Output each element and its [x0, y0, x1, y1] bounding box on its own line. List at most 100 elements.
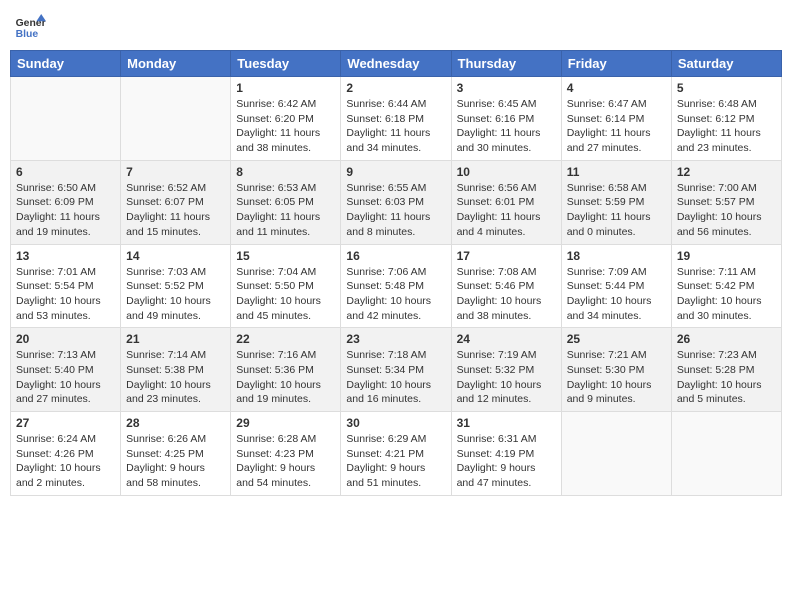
day-number: 23 [346, 332, 445, 346]
day-number: 2 [346, 81, 445, 95]
weekday-header-friday: Friday [561, 51, 671, 77]
day-info: Sunrise: 7:01 AM Sunset: 5:54 PM Dayligh… [16, 265, 115, 324]
day-number: 22 [236, 332, 335, 346]
day-info: Sunrise: 6:42 AM Sunset: 6:20 PM Dayligh… [236, 97, 335, 156]
day-info: Sunrise: 7:06 AM Sunset: 5:48 PM Dayligh… [346, 265, 445, 324]
weekday-header-row: SundayMondayTuesdayWednesdayThursdayFrid… [11, 51, 782, 77]
calendar-cell: 9 Sunrise: 6:55 AM Sunset: 6:03 PM Daylig… [341, 160, 451, 244]
day-number: 19 [677, 249, 776, 263]
day-info: Sunrise: 6:50 AM Sunset: 6:09 PM Dayligh… [16, 181, 115, 240]
calendar-cell: 8 Sunrise: 6:53 AM Sunset: 6:05 PM Daylig… [231, 160, 341, 244]
day-info: Sunrise: 6:48 AM Sunset: 6:12 PM Dayligh… [677, 97, 776, 156]
day-number: 10 [457, 165, 556, 179]
day-info: Sunrise: 7:21 AM Sunset: 5:30 PM Dayligh… [567, 348, 666, 407]
calendar-cell: 2Sunrise: 6:44 AM Sunset: 6:18 PM Daylig… [341, 77, 451, 161]
logo-icon: General Blue [14, 10, 46, 42]
day-number: 30 [346, 416, 445, 430]
day-number: 5 [677, 81, 776, 95]
day-number: 6 [16, 165, 115, 179]
weekday-header-saturday: Saturday [671, 51, 781, 77]
day-number: 8 [236, 165, 335, 179]
calendar-cell: 4 Sunrise: 6:47 AM Sunset: 6:14 PM Daylig… [561, 77, 671, 161]
day-info: Sunrise: 6:55 AM Sunset: 6:03 PM Dayligh… [346, 181, 445, 240]
calendar-cell: 17Sunrise: 7:08 AM Sunset: 5:46 PM Dayli… [451, 244, 561, 328]
calendar-cell: 21 Sunrise: 7:14 AM Sunset: 5:38 PM Dayli… [121, 328, 231, 412]
calendar-cell [671, 412, 781, 496]
calendar-cell: 14 Sunrise: 7:03 AM Sunset: 5:52 PM Dayli… [121, 244, 231, 328]
weekday-header-thursday: Thursday [451, 51, 561, 77]
day-number: 15 [236, 249, 335, 263]
calendar-cell: 23 Sunrise: 7:18 AM Sunset: 5:34 PM Dayli… [341, 328, 451, 412]
day-number: 26 [677, 332, 776, 346]
page-header: General Blue [10, 10, 782, 42]
weekday-header-sunday: Sunday [11, 51, 121, 77]
day-info: Sunrise: 7:08 AM Sunset: 5:46 PM Dayligh… [457, 265, 556, 324]
day-info: Sunrise: 6:56 AM Sunset: 6:01 PM Dayligh… [457, 181, 556, 240]
calendar-cell: 10 Sunrise: 6:56 AM Sunset: 6:01 PM Dayli… [451, 160, 561, 244]
calendar-week-row: 13 Sunrise: 7:01 AM Sunset: 5:54 PM Dayli… [11, 244, 782, 328]
day-info: Sunrise: 6:26 AM Sunset: 4:25 PM Dayligh… [126, 432, 225, 491]
day-info: Sunrise: 7:03 AM Sunset: 5:52 PM Dayligh… [126, 265, 225, 324]
calendar-cell: 28 Sunrise: 6:26 AM Sunset: 4:25 PM Dayli… [121, 412, 231, 496]
day-number: 12 [677, 165, 776, 179]
day-number: 16 [346, 249, 445, 263]
calendar-cell: 31 Sunrise: 6:31 AM Sunset: 4:19 PM Dayli… [451, 412, 561, 496]
calendar-cell: 6 Sunrise: 6:50 AM Sunset: 6:09 PM Daylig… [11, 160, 121, 244]
day-number: 13 [16, 249, 115, 263]
day-info: Sunrise: 6:58 AM Sunset: 5:59 PM Dayligh… [567, 181, 666, 240]
calendar-cell: 29Sunrise: 6:28 AM Sunset: 4:23 PM Dayli… [231, 412, 341, 496]
weekday-header-wednesday: Wednesday [341, 51, 451, 77]
day-number: 1 [236, 81, 335, 95]
day-info: Sunrise: 7:04 AM Sunset: 5:50 PM Dayligh… [236, 265, 335, 324]
day-info: Sunrise: 7:23 AM Sunset: 5:28 PM Dayligh… [677, 348, 776, 407]
day-info: Sunrise: 7:14 AM Sunset: 5:38 PM Dayligh… [126, 348, 225, 407]
day-number: 9 [346, 165, 445, 179]
calendar-cell: 20Sunrise: 7:13 AM Sunset: 5:40 PM Dayli… [11, 328, 121, 412]
day-info: Sunrise: 6:24 AM Sunset: 4:26 PM Dayligh… [16, 432, 115, 491]
calendar-cell: 27 Sunrise: 6:24 AM Sunset: 4:26 PM Dayli… [11, 412, 121, 496]
calendar-cell: 25 Sunrise: 7:21 AM Sunset: 5:30 PM Dayli… [561, 328, 671, 412]
day-info: Sunrise: 6:45 AM Sunset: 6:16 PM Dayligh… [457, 97, 556, 156]
logo: General Blue [14, 10, 46, 42]
day-info: Sunrise: 6:29 AM Sunset: 4:21 PM Dayligh… [346, 432, 445, 491]
day-number: 20 [16, 332, 115, 346]
calendar-cell: 26 Sunrise: 7:23 AM Sunset: 5:28 PM Dayli… [671, 328, 781, 412]
svg-text:Blue: Blue [16, 29, 39, 40]
calendar-cell: 30 Sunrise: 6:29 AM Sunset: 4:21 PM Dayli… [341, 412, 451, 496]
calendar-cell [11, 77, 121, 161]
calendar-cell: 24Sunrise: 7:19 AM Sunset: 5:32 PM Dayli… [451, 328, 561, 412]
day-number: 4 [567, 81, 666, 95]
day-info: Sunrise: 6:53 AM Sunset: 6:05 PM Dayligh… [236, 181, 335, 240]
day-number: 28 [126, 416, 225, 430]
calendar-week-row: 6 Sunrise: 6:50 AM Sunset: 6:09 PM Daylig… [11, 160, 782, 244]
day-number: 7 [126, 165, 225, 179]
calendar-week-row: 20Sunrise: 7:13 AM Sunset: 5:40 PM Dayli… [11, 328, 782, 412]
calendar-cell: 3 Sunrise: 6:45 AM Sunset: 6:16 PM Daylig… [451, 77, 561, 161]
day-number: 21 [126, 332, 225, 346]
day-number: 3 [457, 81, 556, 95]
day-info: Sunrise: 7:16 AM Sunset: 5:36 PM Dayligh… [236, 348, 335, 407]
day-info: Sunrise: 7:00 AM Sunset: 5:57 PM Dayligh… [677, 181, 776, 240]
day-info: Sunrise: 7:18 AM Sunset: 5:34 PM Dayligh… [346, 348, 445, 407]
calendar-cell: 18Sunrise: 7:09 AM Sunset: 5:44 PM Dayli… [561, 244, 671, 328]
day-number: 25 [567, 332, 666, 346]
weekday-header-tuesday: Tuesday [231, 51, 341, 77]
day-number: 14 [126, 249, 225, 263]
calendar-cell: 12 Sunrise: 7:00 AM Sunset: 5:57 PM Dayli… [671, 160, 781, 244]
day-number: 27 [16, 416, 115, 430]
calendar-week-row: 27 Sunrise: 6:24 AM Sunset: 4:26 PM Dayli… [11, 412, 782, 496]
day-number: 24 [457, 332, 556, 346]
calendar-cell: 16 Sunrise: 7:06 AM Sunset: 5:48 PM Dayli… [341, 244, 451, 328]
calendar-cell: 19 Sunrise: 7:11 AM Sunset: 5:42 PM Dayli… [671, 244, 781, 328]
day-info: Sunrise: 7:11 AM Sunset: 5:42 PM Dayligh… [677, 265, 776, 324]
day-info: Sunrise: 6:31 AM Sunset: 4:19 PM Dayligh… [457, 432, 556, 491]
calendar-cell: 22 Sunrise: 7:16 AM Sunset: 5:36 PM Dayli… [231, 328, 341, 412]
calendar-cell: 7 Sunrise: 6:52 AM Sunset: 6:07 PM Daylig… [121, 160, 231, 244]
day-number: 11 [567, 165, 666, 179]
calendar-cell [561, 412, 671, 496]
day-number: 31 [457, 416, 556, 430]
day-info: Sunrise: 6:52 AM Sunset: 6:07 PM Dayligh… [126, 181, 225, 240]
day-info: Sunrise: 6:47 AM Sunset: 6:14 PM Dayligh… [567, 97, 666, 156]
day-number: 18 [567, 249, 666, 263]
day-number: 29 [236, 416, 335, 430]
